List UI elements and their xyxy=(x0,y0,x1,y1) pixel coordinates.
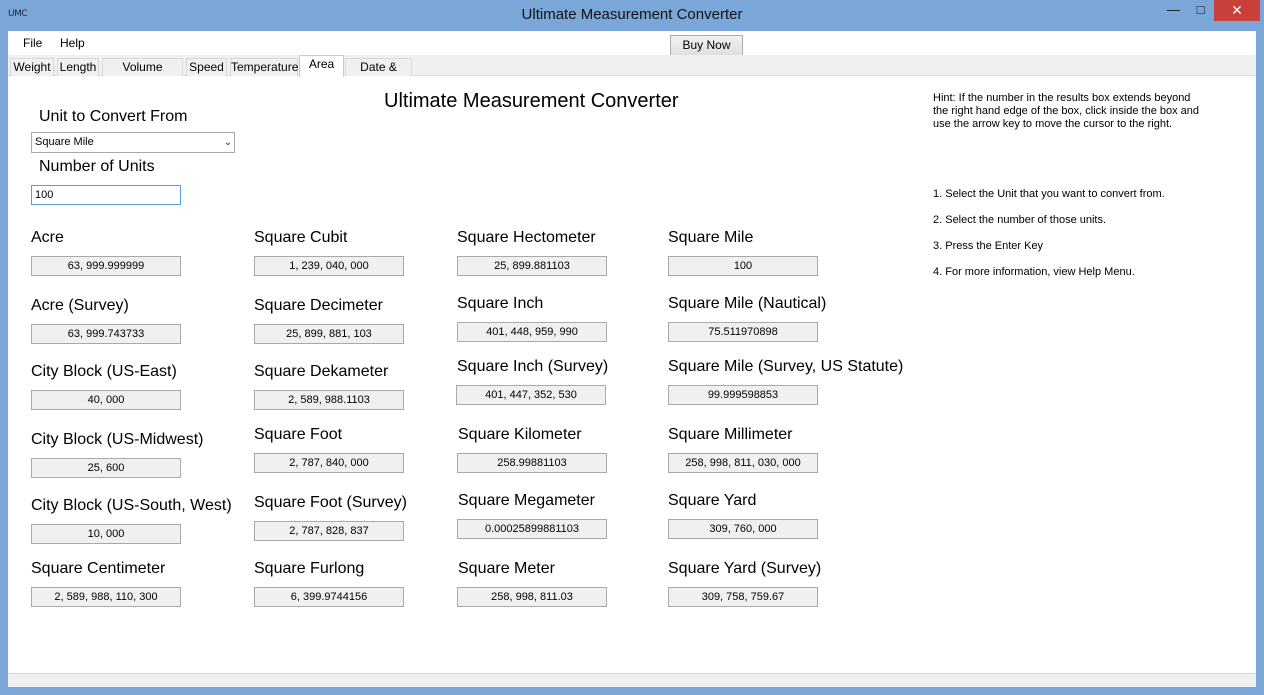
result-label: Square Mile (Nautical) xyxy=(668,295,827,312)
maximize-button[interactable]: □ xyxy=(1187,0,1214,21)
result-label: City Block (US-Midwest) xyxy=(31,431,204,448)
result-value[interactable]: 99.999598853 xyxy=(668,385,818,405)
result-label: Square Meter xyxy=(458,560,555,577)
result-value[interactable]: 258.99881103 xyxy=(457,453,607,473)
result-value[interactable]: 1, 239, 040, 000 xyxy=(254,256,404,276)
number-of-units-label: Number of Units xyxy=(39,158,155,175)
result-label: Square Yard xyxy=(668,492,757,509)
result-label: Square Mile (Survey, US Statute) xyxy=(668,358,904,375)
instruction-step-1: 1. Select the Unit that you want to conv… xyxy=(933,188,1165,200)
tab-weight[interactable]: Weight xyxy=(10,58,54,76)
result-label: Square Centimeter xyxy=(31,560,166,577)
result-label: Square Foot (Survey) xyxy=(254,494,407,511)
result-value[interactable]: 2, 589, 988.1103 xyxy=(254,390,404,410)
page-title: Ultimate Measurement Converter xyxy=(384,90,679,112)
app-window: UMC Ultimate Measurement Converter — □ ✕… xyxy=(0,0,1264,695)
title-bar[interactable]: UMC Ultimate Measurement Converter — □ ✕ xyxy=(0,0,1264,31)
result-label: Square Millimeter xyxy=(668,426,793,443)
result-label: City Block (US-East) xyxy=(31,363,177,380)
instruction-step-2: 2. Select the number of those units. xyxy=(933,214,1107,226)
tab-length[interactable]: Length xyxy=(57,58,99,76)
menu-bar: File Help Buy Now xyxy=(8,31,1256,56)
result-label: Acre (Survey) xyxy=(31,297,129,314)
tab-temperature[interactable]: Temperature xyxy=(230,58,298,76)
result-value[interactable]: 0.00025899881103 xyxy=(457,519,607,539)
tab-strip: Weight Length Volume (Liquid) Speed Temp… xyxy=(8,55,1256,90)
tab-date-time[interactable]: Date & Time xyxy=(345,58,412,90)
result-value[interactable]: 401, 447, 352, 530 xyxy=(456,385,606,405)
convert-from-label: Unit to Convert From xyxy=(39,108,188,125)
number-of-units-input[interactable]: 100 xyxy=(31,185,181,205)
result-value[interactable]: 258, 998, 811, 030, 000 xyxy=(668,453,818,473)
client-area: File Help Buy Now Weight Length Volume (… xyxy=(8,31,1256,687)
tab-speed[interactable]: Speed xyxy=(186,58,227,76)
menu-file[interactable]: File xyxy=(23,36,42,50)
result-value[interactable]: 258, 998, 811.03 xyxy=(457,587,607,607)
close-button[interactable]: ✕ xyxy=(1214,0,1260,21)
result-value[interactable]: 2, 589, 988, 110, 300 xyxy=(31,587,181,607)
result-value[interactable]: 63, 999.999999 xyxy=(31,256,181,276)
result-value[interactable]: 25, 600 xyxy=(31,458,181,478)
buy-now-button[interactable]: Buy Now xyxy=(670,35,743,56)
result-value[interactable]: 401, 448, 959, 990 xyxy=(457,322,607,342)
result-value[interactable]: 2, 787, 828, 837 xyxy=(254,521,404,541)
result-label: Square Yard (Survey) xyxy=(668,560,822,577)
hint-text: Hint: If the number in the results box e… xyxy=(933,92,1200,130)
result-value[interactable]: 2, 787, 840, 000 xyxy=(254,453,404,473)
result-value[interactable]: 25, 899.881103 xyxy=(457,256,607,276)
result-value[interactable]: 63, 999.743733 xyxy=(31,324,181,344)
result-label: Square Furlong xyxy=(254,560,365,577)
menu-help[interactable]: Help xyxy=(60,36,85,50)
result-label: Square Inch xyxy=(457,295,544,312)
tab-volume-liquid[interactable]: Volume (Liquid) xyxy=(102,58,183,90)
window-title: Ultimate Measurement Converter xyxy=(521,6,743,23)
result-label: Square Megameter xyxy=(458,492,595,509)
result-label: Square Decimeter xyxy=(254,297,383,314)
result-value[interactable]: 40, 000 xyxy=(31,390,181,410)
result-value[interactable]: 309, 760, 000 xyxy=(668,519,818,539)
result-label: Acre xyxy=(31,229,64,246)
area-tab-page: Ultimate Measurement Converter Hint: If … xyxy=(8,76,1256,673)
instruction-step-4: 4. For more information, view Help Menu. xyxy=(933,266,1135,278)
unit-select-value: Square Mile xyxy=(35,136,94,148)
result-label: Square Foot xyxy=(254,426,343,443)
result-label: Square Inch (Survey) xyxy=(457,358,609,375)
minimize-button[interactable]: — xyxy=(1160,0,1187,21)
result-value[interactable]: 100 xyxy=(668,256,818,276)
result-label: Square Hectometer xyxy=(457,229,596,246)
result-label: Square Dekameter xyxy=(254,363,389,380)
instruction-step-3: 3. Press the Enter Key xyxy=(933,240,1044,252)
result-label: City Block (US-South, West) xyxy=(31,497,232,514)
result-value[interactable]: 309, 758, 759.67 xyxy=(668,587,818,607)
result-value[interactable]: 25, 899, 881, 103 xyxy=(254,324,404,344)
tab-area[interactable]: Area xyxy=(299,55,344,77)
result-label: Square Mile xyxy=(668,229,754,246)
result-value[interactable]: 6, 399.9744156 xyxy=(254,587,404,607)
result-value[interactable]: 75.511970898 xyxy=(668,322,818,342)
status-bar xyxy=(8,673,1256,687)
result-label: Square Kilometer xyxy=(458,426,582,443)
result-value[interactable]: 10, 000 xyxy=(31,524,181,544)
result-label: Square Cubit xyxy=(254,229,348,246)
chevron-down-icon: ⌄ xyxy=(223,137,232,148)
unit-select[interactable]: Square Mile ⌄ xyxy=(31,132,235,153)
